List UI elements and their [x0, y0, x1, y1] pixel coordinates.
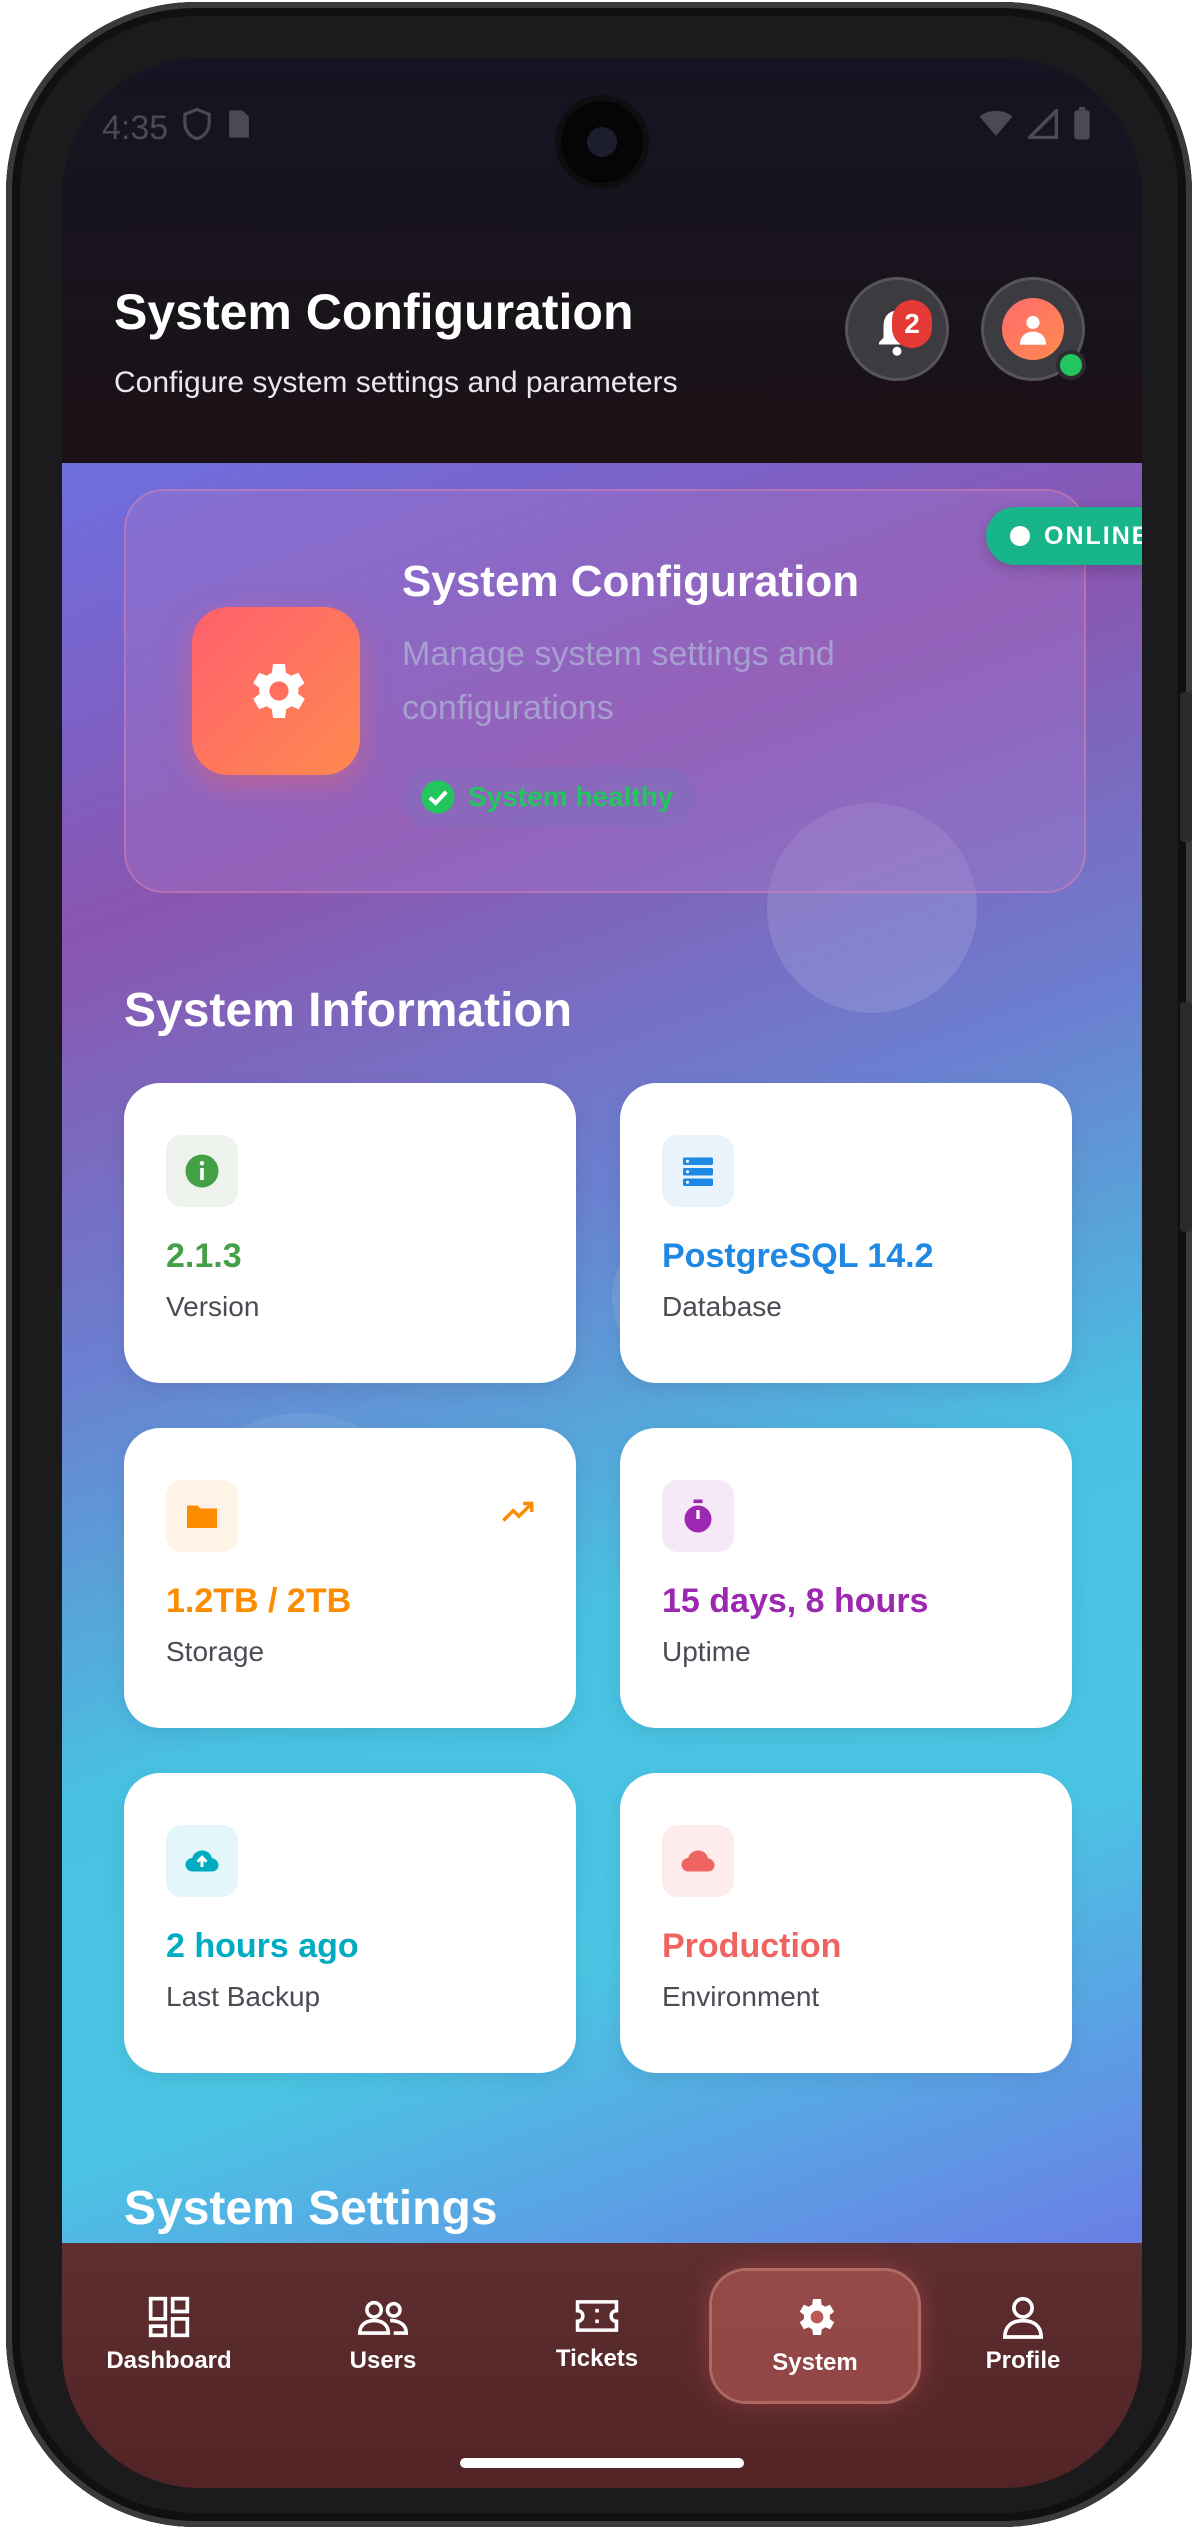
power-button: [1180, 1002, 1192, 1232]
info-card-database[interactable]: PostgreSQL 14.2 Database: [620, 1083, 1072, 1383]
profile-icon: [1003, 2296, 1043, 2339]
scroll-content[interactable]: System Configuration Manage system setti…: [62, 463, 1142, 2243]
info-card-uptime[interactable]: 15 days, 8 hours Uptime: [620, 1428, 1072, 1728]
bottom-navigation: Dashboard Users Tickets System Profile: [62, 2243, 1142, 2488]
wifi-icon: [978, 109, 1014, 148]
hero-icon-tile: [192, 607, 360, 775]
nav-item-system[interactable]: System: [712, 2271, 918, 2401]
front-camera: [561, 101, 643, 183]
card-label: Version: [166, 1291, 260, 1322]
card-value: Production: [662, 1927, 842, 1965]
card-icon-tile: [166, 1480, 238, 1552]
card-value: 2 hours ago: [166, 1927, 359, 1965]
card-label: Storage: [166, 1636, 265, 1667]
card-label: Last Backup: [166, 1981, 321, 2012]
gear-icon: [253, 664, 305, 718]
hero-description: Manage system settings and configuration…: [402, 635, 835, 727]
phone-frame: 4:35 System Configuration Configure syst…: [6, 2, 1192, 2527]
status-dot: [1010, 526, 1030, 546]
ticket-icon: [575, 2300, 619, 2332]
storage-icon: [683, 1157, 713, 1186]
nav-item-users[interactable]: Users: [288, 2273, 478, 2403]
system-hero-card: System Configuration Manage system setti…: [124, 489, 1142, 893]
card-value: PostgreSQL 14.2: [662, 1237, 934, 1275]
page-subtitle: Configure system settings and parameters: [114, 366, 678, 399]
info-card-storage[interactable]: 1.2TB / 2TB Storage: [124, 1428, 576, 1728]
card-icon-tile: [166, 1135, 238, 1207]
nav-label: Users: [349, 2347, 417, 2374]
status-time: 4:35: [102, 108, 169, 147]
card-value: 2.1.3: [166, 1237, 242, 1275]
cloud-icon: [681, 1850, 715, 1872]
nav-label: Tickets: [555, 2345, 639, 2372]
screen: 4:35 System Configuration Configure syst…: [62, 58, 1142, 2488]
hero-title: System Configuration: [402, 557, 860, 606]
battery-icon: [1072, 106, 1092, 150]
card-label: Database: [662, 1291, 782, 1322]
gear-icon: [799, 2299, 835, 2335]
info-card-environment[interactable]: Production Environment: [620, 1773, 1072, 2073]
nav-item-profile[interactable]: Profile: [928, 2273, 1118, 2403]
nav-item-tickets[interactable]: Tickets: [502, 2273, 692, 2403]
nav-label: Profile: [985, 2347, 1061, 2374]
health-status-text: System healthy: [468, 781, 674, 812]
card-icon-tile: [662, 1825, 734, 1897]
page-title: System Configuration: [114, 284, 634, 340]
nav-label: System: [772, 2349, 858, 2376]
card-value: 15 days, 8 hours: [662, 1582, 929, 1620]
nav-item-dashboard[interactable]: Dashboard: [74, 2273, 264, 2403]
notification-badge: 2: [892, 300, 932, 348]
health-status-pill: System healthy: [402, 767, 696, 827]
card-icon-tile: [662, 1480, 734, 1552]
info-card-last-backup[interactable]: 2 hours ago Last Backup: [124, 1773, 576, 2073]
cloud-upload-icon: [185, 1850, 219, 1872]
online-status-dot: [1060, 354, 1082, 376]
shield-icon: [182, 107, 212, 150]
card-icon-tile: [662, 1135, 734, 1207]
check-circle-icon: [421, 780, 455, 814]
online-status-badge: ONLINE: [986, 507, 1142, 565]
person-icon: [1019, 315, 1047, 345]
nav-label: Dashboard: [106, 2347, 232, 2374]
volume-button: [1180, 692, 1192, 842]
dashboard-icon: [148, 2296, 190, 2338]
folder-icon: [187, 1505, 217, 1528]
profile-avatar-button[interactable]: [984, 280, 1082, 378]
online-status-text: ONLINE: [1044, 521, 1142, 550]
card-icon-tile: [166, 1825, 238, 1897]
avatar: [1002, 298, 1064, 360]
signal-icon: [1025, 105, 1059, 148]
info-card-version[interactable]: 2.1.3 Version: [124, 1083, 576, 1383]
card-label: Uptime: [662, 1636, 751, 1667]
app-header: 4:35 System Configuration Configure syst…: [62, 58, 1142, 463]
section-title-info: System Information: [124, 984, 573, 1037]
notifications-button[interactable]: 2: [848, 280, 946, 378]
card-value: 1.2TB / 2TB: [166, 1582, 352, 1620]
users-icon: [358, 2300, 408, 2335]
info-icon: [185, 1154, 219, 1188]
section-title-settings: System Settings: [124, 2182, 498, 2235]
trending-up-icon: [502, 1501, 534, 1522]
card-label: Environment: [662, 1981, 820, 2012]
home-indicator[interactable]: [460, 2458, 744, 2468]
timer-icon: [684, 1499, 712, 1533]
sim-card-icon: [226, 108, 252, 149]
